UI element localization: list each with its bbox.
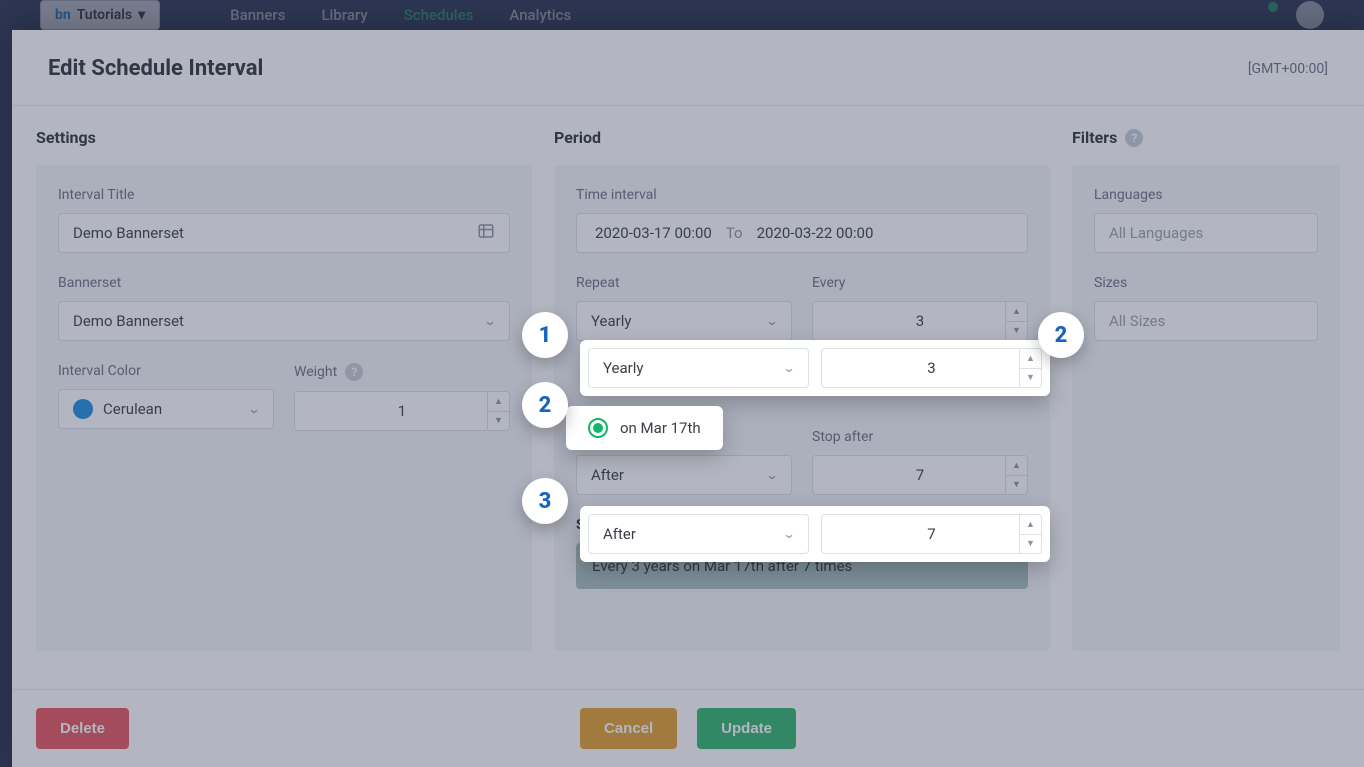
filters-panel: Languages All Languages Sizes All Sizes <box>1072 165 1340 651</box>
stepper-down-icon[interactable]: ▼ <box>1006 476 1027 495</box>
list-icon <box>477 222 495 244</box>
stepper-down-icon[interactable]: ▼ <box>488 412 509 431</box>
sizes-label: Sizes <box>1094 275 1318 291</box>
edit-schedule-modal: Edit Schedule Interval [GMT+00:00] Setti… <box>12 30 1364 767</box>
chevron-down-icon: ⌄ <box>765 468 778 482</box>
time-interval-input[interactable]: 2020-03-17 00:00 To 2020-03-22 00:00 <box>576 213 1028 253</box>
repeat-select[interactable]: Yearly ⌄ <box>576 301 792 341</box>
stop-after-value: 7 <box>916 466 924 484</box>
modal-title: Edit Schedule Interval <box>48 56 263 81</box>
notification-dot[interactable] <box>1268 2 1278 12</box>
every-stepper-highlight[interactable]: 3 ▲ ▼ <box>821 348 1042 388</box>
repeat-every-popout: Yearly ⌄ 3 ▲ ▼ <box>580 340 1050 396</box>
time-interval-label: Time interval <box>576 187 1028 203</box>
settings-header: Settings <box>36 128 532 147</box>
timezone-label: [GMT+00:00] <box>1248 61 1328 77</box>
primary-nav: Banners Library Schedules Analytics <box>230 6 571 24</box>
interval-title-input[interactable]: Demo Bannerset <box>58 213 510 253</box>
time-interval-start: 2020-03-17 00:00 <box>595 224 712 242</box>
stop-after-stepper-highlight[interactable]: 7 ▲ ▼ <box>821 514 1042 554</box>
end-select-highlight[interactable]: After ⌄ <box>588 514 809 554</box>
interval-title-value: Demo Bannerset <box>73 224 184 242</box>
callout-2b: 2 <box>522 382 568 428</box>
weight-stepper[interactable]: 1 ▲ ▼ <box>294 391 510 431</box>
workspace-name: Tutorials <box>77 7 132 23</box>
stepper-up-icon[interactable]: ▲ <box>488 392 509 412</box>
stepper-up-icon[interactable]: ▲ <box>1006 456 1027 476</box>
every-label: Every <box>812 275 1028 291</box>
callout-3: 3 <box>522 478 568 524</box>
delete-button[interactable]: Delete <box>36 708 129 749</box>
nav-library[interactable]: Library <box>321 6 367 24</box>
filters-column: Filters ? Languages All Languages Sizes … <box>1072 128 1340 651</box>
stepper-down-icon[interactable]: ▼ <box>1020 369 1041 388</box>
callout-1: 1 <box>522 312 568 358</box>
repeat-select-highlight[interactable]: Yearly ⌄ <box>588 348 809 388</box>
workspace-switcher[interactable]: bn Tutorials ▾ <box>40 0 160 30</box>
callout-2: 2 <box>1038 312 1084 358</box>
help-icon[interactable]: ? <box>345 363 363 381</box>
end-stop-popout: After ⌄ 7 ▲ ▼ <box>580 506 1050 562</box>
nav-schedules[interactable]: Schedules <box>404 6 474 24</box>
interval-title-label: Interval Title <box>58 187 510 203</box>
weight-label: Weight ? <box>294 363 510 381</box>
nav-analytics[interactable]: Analytics <box>509 6 571 24</box>
filters-header: Filters ? <box>1072 128 1340 147</box>
bannerset-label: Bannerset <box>58 275 510 291</box>
bannerset-value: Demo Bannerset <box>73 312 184 330</box>
app-topbar: bn Tutorials ▾ Banners Library Schedules… <box>0 0 1364 30</box>
every-value: 3 <box>916 312 924 330</box>
chevron-down-icon: ⌄ <box>247 402 260 416</box>
nav-banners[interactable]: Banners <box>230 6 285 24</box>
stepper-up-icon[interactable]: ▲ <box>1020 515 1041 535</box>
chevron-down-icon: ▾ <box>138 7 145 23</box>
help-icon[interactable]: ? <box>1125 129 1143 147</box>
chevron-down-icon: ⌄ <box>483 314 496 328</box>
radio-on-date-highlight[interactable]: on Mar 17th <box>574 408 715 448</box>
radio-checked-icon <box>588 418 608 438</box>
time-interval-end: 2020-03-22 00:00 <box>757 224 874 242</box>
color-swatch <box>73 399 93 419</box>
every-stepper[interactable]: 3 ▲ ▼ <box>812 301 1028 341</box>
bannerset-select[interactable]: Demo Bannerset ⌄ <box>58 301 510 341</box>
chevron-down-icon: ⌄ <box>782 527 795 541</box>
stop-after-stepper[interactable]: 7 ▲ ▼ <box>812 455 1028 495</box>
radio-date-popout: on Mar 17th <box>566 406 723 450</box>
languages-label: Languages <box>1094 187 1318 203</box>
interval-color-select[interactable]: Cerulean ⌄ <box>58 389 274 429</box>
stepper-up-icon[interactable]: ▲ <box>1020 349 1041 369</box>
stepper-down-icon[interactable]: ▼ <box>1020 535 1041 554</box>
repeat-value: Yearly <box>591 312 631 330</box>
sizes-select[interactable]: All Sizes <box>1094 301 1318 341</box>
update-button[interactable]: Update <box>697 708 796 749</box>
stepper-up-icon[interactable]: ▲ <box>1006 302 1027 322</box>
time-interval-sep: To <box>726 224 743 242</box>
interval-color-value: Cerulean <box>103 400 162 418</box>
avatar[interactable] <box>1296 1 1324 29</box>
end-select[interactable]: After ⌄ <box>576 455 792 495</box>
chevron-down-icon: ⌄ <box>782 361 795 375</box>
end-value: After <box>591 466 624 484</box>
weight-value: 1 <box>398 402 406 420</box>
stepper-down-icon[interactable]: ▼ <box>1006 322 1027 341</box>
chevron-down-icon: ⌄ <box>765 314 778 328</box>
settings-column: Settings Interval Title Demo Bannerset B… <box>36 128 532 651</box>
period-header: Period <box>554 128 1050 147</box>
settings-panel: Interval Title Demo Bannerset Bannerset … <box>36 165 532 651</box>
modal-footer: Delete Cancel Update <box>12 689 1364 767</box>
modal-header: Edit Schedule Interval [GMT+00:00] <box>12 30 1364 106</box>
stop-after-label: Stop after <box>812 429 1028 445</box>
languages-placeholder: All Languages <box>1109 224 1203 242</box>
logo-mark: bn <box>55 7 71 23</box>
languages-select[interactable]: All Languages <box>1094 213 1318 253</box>
cancel-button[interactable]: Cancel <box>580 708 677 749</box>
repeat-label: Repeat <box>576 275 792 291</box>
sizes-placeholder: All Sizes <box>1109 312 1165 330</box>
interval-color-label: Interval Color <box>58 363 274 379</box>
